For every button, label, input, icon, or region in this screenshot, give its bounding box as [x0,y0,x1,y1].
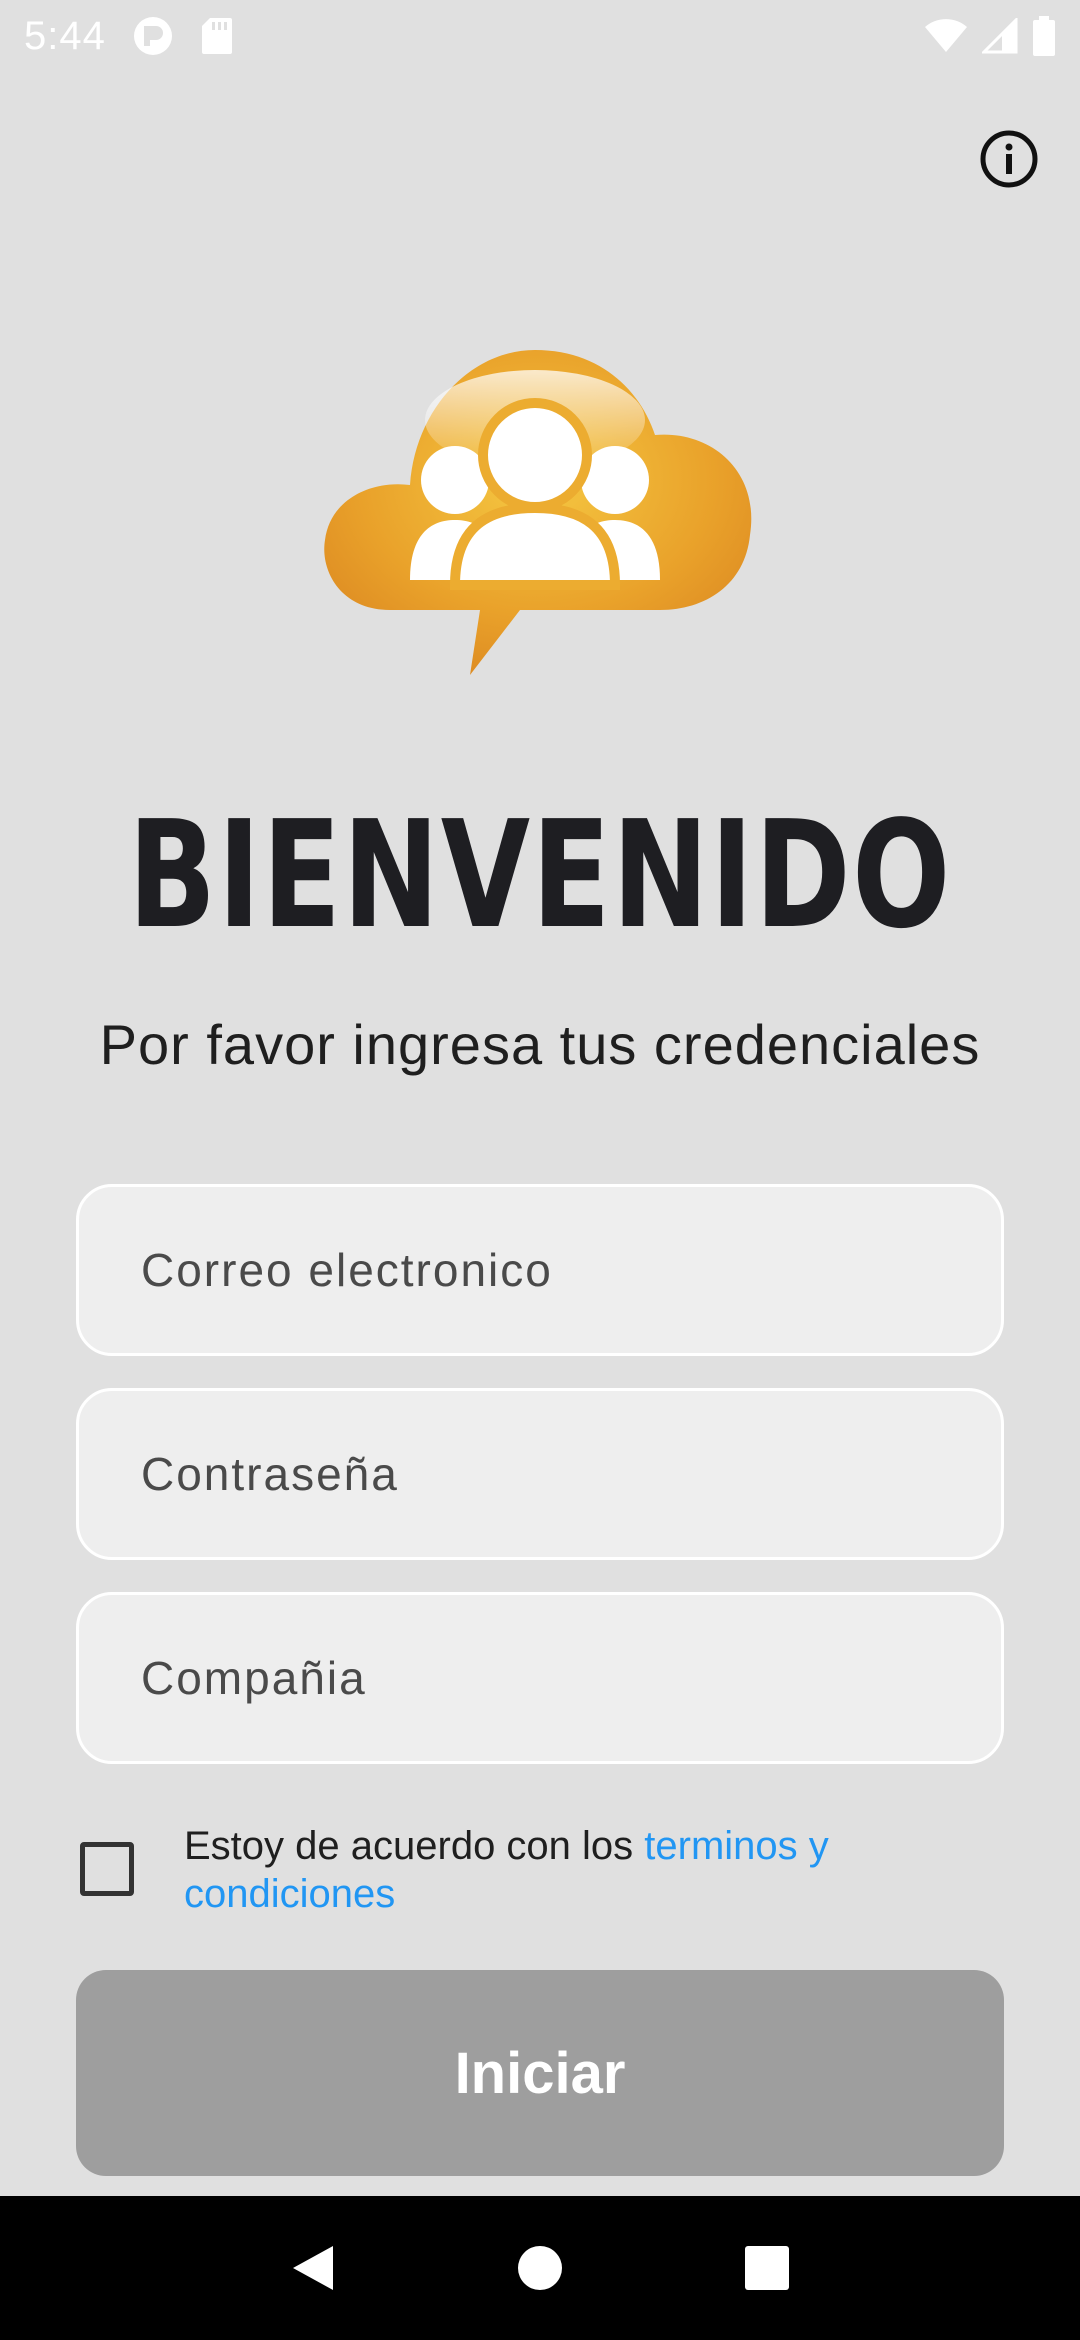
status-bar: 5:44 [0,0,1080,72]
app-logo [320,340,760,690]
welcome-title: BIENVENIDO [128,789,952,961]
home-icon [517,2246,562,2290]
password-input[interactable] [141,1447,1001,1501]
battery-icon [1032,16,1056,56]
email-input[interactable] [141,1243,1001,1297]
recents-icon [744,2246,789,2290]
info-button[interactable] [978,128,1040,190]
sd-card-icon [200,16,234,56]
back-icon [293,2246,334,2290]
password-field[interactable] [76,1388,1004,1560]
welcome-subtitle: Por favor ingresa tus credenciales [99,1013,981,1076]
email-field[interactable] [76,1184,1004,1356]
info-icon [980,130,1038,188]
company-field[interactable] [76,1592,1004,1764]
terms-row: Estoy de acuerdo con los terminos y cond… [76,1822,1004,1922]
status-time: 5:44 [24,13,106,58]
terms-prefix: Estoy de acuerdo con los [184,1824,645,1868]
back-button[interactable] [268,2223,358,2313]
terms-text: Estoy de acuerdo con los terminos y cond… [184,1822,944,1918]
signal-icon [982,18,1018,54]
start-button[interactable]: Iniciar [76,1970,1004,2176]
home-button[interactable] [495,2223,585,2313]
app-icon [132,15,174,57]
login-screen: 5:44 BIENVENIDO Por favor ingresa tus cr… [0,0,1080,2340]
navigation-bar [0,2196,1080,2340]
terms-checkbox[interactable] [80,1842,134,1896]
recents-button[interactable] [722,2223,812,2313]
wifi-icon [924,18,968,54]
company-input[interactable] [141,1651,1001,1705]
